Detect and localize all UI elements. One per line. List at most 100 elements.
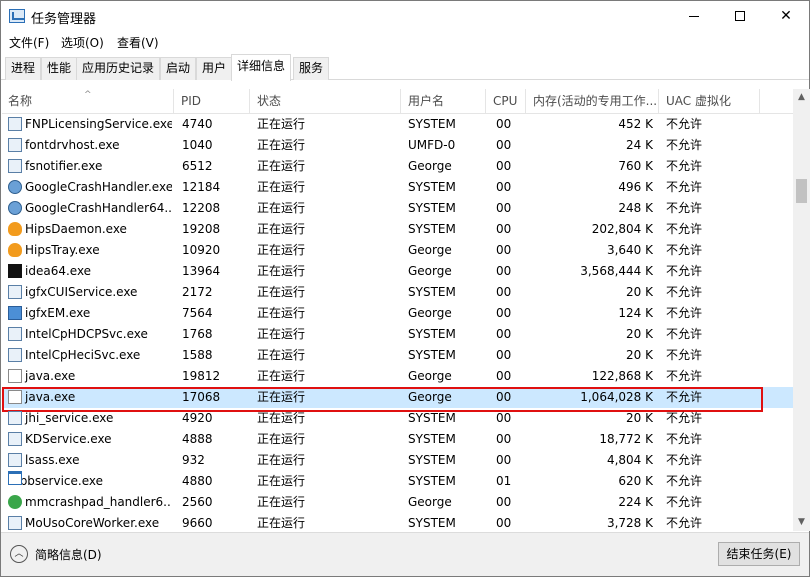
tab-services[interactable]: 服务 (293, 57, 330, 80)
maximize-button[interactable] (717, 1, 763, 31)
scroll-thumb[interactable] (796, 179, 807, 203)
process-uac-text: 不允许 (666, 348, 703, 362)
process-cpu: 00 (496, 429, 526, 450)
table-row[interactable]: mmcrashpad_handler6... 2560 正在运行 George 00 22… (2, 492, 794, 513)
process-memory: 452 K (532, 114, 653, 135)
column-header-status[interactable]: 状态 (251, 89, 401, 114)
close-button[interactable]: ✕ (763, 1, 809, 31)
process-status-text: 正在运行 (257, 390, 306, 404)
table-row[interactable]: igfxEM.exe 7564 正在运行 George 00 124 K 不允许 (2, 303, 794, 324)
process-memory: 24 K (532, 135, 653, 156)
tab-app-history[interactable]: 应用历史记录 (76, 57, 161, 80)
process-name-text: HipsDaemon.exe (25, 222, 127, 236)
column-header-uac[interactable]: UAC 虚拟化 (660, 89, 760, 114)
process-username: SYSTEM (408, 513, 488, 531)
scroll-down-icon[interactable]: ▼ (793, 514, 810, 531)
process-cpu: 00 (496, 198, 526, 219)
table-row[interactable]: mbbservice.exe 4880 正在运行 SYSTEM 01 620 K 不允许 (2, 471, 794, 492)
process-uac-text: 不允许 (666, 180, 703, 194)
tab-performance[interactable]: 性能 (41, 57, 78, 80)
table-row[interactable]: GoogleCrashHandler.exe 12184 正在运行 SYSTEM 00 4… (2, 177, 794, 198)
process-uac-text: 不允许 (666, 117, 703, 131)
column-header-pid[interactable]: PID (175, 89, 250, 114)
table-row[interactable]: IntelCpHDCPSvc.exe 1768 正在运行 SYSTEM 00 20 K 不允… (2, 324, 794, 345)
minimize-button[interactable] (671, 1, 717, 31)
process-status-text: 正在运行 (257, 432, 306, 446)
table-row[interactable]: IntelCpHeciSvc.exe 1588 正在运行 SYSTEM 00 20 K 不允… (2, 345, 794, 366)
process-memory: 1,064,028 K (532, 387, 653, 408)
process-username: SYSTEM (408, 114, 488, 135)
process-cpu-text: 00 (496, 390, 512, 404)
column-header-cpu[interactable]: CPU (487, 89, 526, 114)
column-header-name[interactable]: 名称 ^ (2, 89, 174, 114)
process-memory-text: 124 K (618, 306, 653, 320)
process-uac-text: 不允许 (666, 222, 703, 236)
table-row[interactable]: igfxCUIService.exe 2172 正在运行 SYSTEM 00 20 K 不允… (2, 282, 794, 303)
scroll-up-icon[interactable]: ▲ (793, 89, 810, 106)
process-memory-text: 20 K (626, 285, 653, 299)
menu-options[interactable]: 选项(O) (61, 34, 104, 51)
process-status-text: 正在运行 (257, 264, 306, 278)
process-status: 正在运行 (257, 303, 397, 324)
column-header-username[interactable]: 用户名 (402, 89, 486, 114)
table-row[interactable]: MoUsoCoreWorker.exe 9660 正在运行 SYSTEM 00 3,728… (2, 513, 794, 531)
menu-file[interactable]: 文件(F) (9, 34, 49, 51)
process-name-text: KDService.exe (25, 432, 112, 446)
process-memory: 248 K (532, 198, 653, 219)
process-cpu: 00 (496, 240, 526, 261)
process-name-text: java.exe (25, 369, 76, 383)
table-row[interactable]: GoogleCrashHandler64... 12208 正在运行 SYSTEM 00… (2, 198, 794, 219)
process-pid: 4888 (182, 429, 248, 450)
process-username-text: SYSTEM (408, 180, 456, 194)
maximize-icon (735, 11, 745, 21)
table-row[interactable]: fontdrvhost.exe 1040 正在运行 UMFD-0 00 24 K 不允许 (2, 135, 794, 156)
table-row[interactable]: idea64.exe 13964 正在运行 George 00 3,568,444 K 不允… (2, 261, 794, 282)
process-uac-text: 不允许 (666, 453, 703, 467)
details-table: 名称 ^ PID 状态 用户名 CPU 内存(活动的专用工作... UAC 虚拟… (2, 89, 794, 531)
tab-startup[interactable]: 启动 (160, 57, 197, 80)
table-row[interactable]: KDService.exe 4888 正在运行 SYSTEM 00 18,772 K 不允许 (2, 429, 794, 450)
process-status-text: 正在运行 (257, 117, 306, 131)
table-row-selected[interactable]: java.exe 17068 正在运行 George 00 1,064,028 K 不允许 (2, 387, 794, 412)
process-pid-text: 6512 (182, 159, 213, 173)
process-uac-text: 不允许 (666, 495, 703, 509)
menu-bar: 文件(F) 选项(O) 查看(V) (1, 32, 809, 52)
table-row[interactable]: jhi_service.exe 4920 正在运行 SYSTEM 00 20 K 不允许 (2, 408, 794, 429)
chevron-up-icon[interactable]: ︿ (10, 545, 28, 563)
menu-view[interactable]: 查看(V) (117, 34, 159, 51)
process-cpu-text: 00 (496, 411, 512, 425)
tab-details[interactable]: 详细信息 (231, 54, 292, 81)
table-row[interactable]: fsnotifier.exe 6512 正在运行 George 00 760 K 不允许 (2, 156, 794, 177)
process-cpu: 00 (496, 261, 526, 282)
end-task-button[interactable]: 结束任务(E) (718, 542, 800, 566)
table-row[interactable]: HipsTray.exe 10920 正在运行 George 00 3,640 K 不允许 (2, 240, 794, 261)
fewer-details-link[interactable]: 简略信息(D) (35, 546, 102, 563)
process-uac-text: 不允许 (666, 516, 703, 530)
process-cpu: 00 (496, 135, 526, 156)
table-row[interactable]: FNPLicensingService.exe 4740 正在运行 SYSTEM 00 4… (2, 114, 794, 135)
tab-processes[interactable]: 进程 (5, 57, 42, 80)
process-memory-text: 122,868 K (591, 369, 653, 383)
process-status: 正在运行 (257, 513, 397, 531)
process-status: 正在运行 (257, 198, 397, 219)
process-name: HipsTray.exe (8, 240, 172, 261)
vertical-scrollbar[interactable]: ▲ ▼ (793, 89, 810, 531)
table-row[interactable]: java.exe 19812 正在运行 George 00 122,868 K 不允许 (2, 366, 794, 387)
process-cpu: 01 (496, 471, 526, 492)
process-username: George (408, 303, 488, 324)
tab-users[interactable]: 用户 (196, 57, 233, 80)
process-status: 正在运行 (257, 324, 397, 345)
column-header-memory[interactable]: 内存(活动的专用工作... (527, 89, 659, 114)
process-status: 正在运行 (257, 408, 397, 429)
process-memory-text: 18,772 K (599, 432, 653, 446)
process-uac: 不允许 (666, 177, 756, 198)
process-memory: 224 K (532, 492, 653, 513)
process-pid-text: 19208 (182, 222, 221, 236)
table-row[interactable]: HipsDaemon.exe 19208 正在运行 SYSTEM 00 202,804 K… (2, 219, 794, 240)
process-pid-text: 932 (182, 453, 205, 467)
process-username-text: SYSTEM (408, 201, 456, 215)
table-row[interactable]: lsass.exe 932 正在运行 SYSTEM 00 4,804 K 不允许 (2, 450, 794, 471)
process-uac-text: 不允许 (666, 285, 703, 299)
process-name-text: GoogleCrashHandler64... (25, 201, 172, 215)
service-icon (8, 159, 22, 173)
